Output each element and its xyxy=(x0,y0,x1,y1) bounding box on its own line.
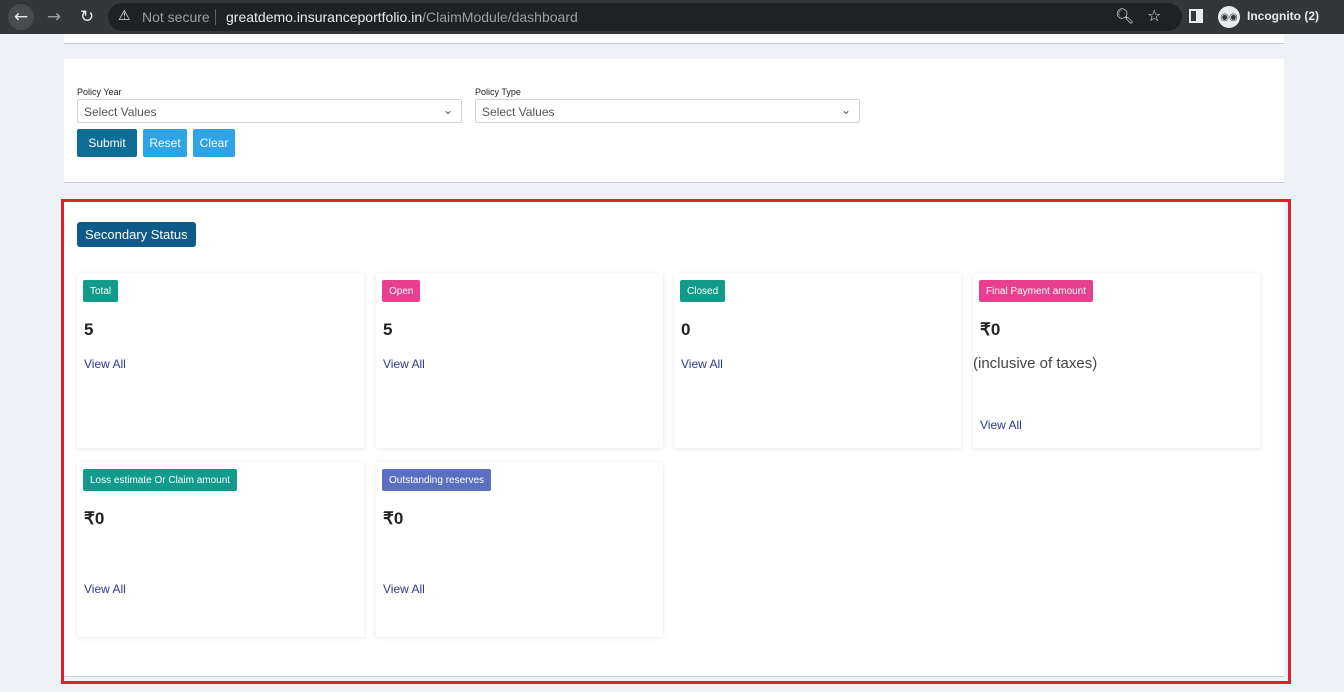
forward-arrow-icon[interactable]: → xyxy=(41,4,67,30)
zoom-icon[interactable]: 🔍︎ xyxy=(1115,7,1134,25)
not-secure-label: Not secure xyxy=(142,9,210,25)
url-host: greatdemo.insuranceportfolio.in xyxy=(226,9,423,25)
policy-year-label: Policy Year xyxy=(77,87,122,97)
side-panel-icon[interactable] xyxy=(1189,9,1203,23)
chevron-down-icon: ⌄ xyxy=(840,103,851,117)
bookmark-star-icon[interactable]: ☆ xyxy=(1147,6,1161,25)
policy-type-label: Policy Type xyxy=(475,87,521,97)
warning-triangle-icon: ⚠ xyxy=(118,8,131,24)
submit-button[interactable]: Submit xyxy=(77,129,137,157)
url-text[interactable]: greatdemo.insuranceportfolio.in/ClaimMod… xyxy=(226,9,578,25)
incognito-label[interactable]: Incognito (2) xyxy=(1247,9,1319,23)
policy-year-select[interactable]: Select Values ⌄ xyxy=(77,99,462,123)
policy-year-placeholder: Select Values xyxy=(84,105,157,119)
filter-card: Policy Year Select Values ⌄ Policy Type … xyxy=(64,59,1284,183)
address-bar[interactable]: ⚠ Not secure greatdemo.insuranceportfoli… xyxy=(108,3,1182,31)
address-divider xyxy=(215,9,216,25)
top-card-edge xyxy=(64,34,1284,44)
reset-button[interactable]: Reset xyxy=(143,129,187,157)
incognito-icon[interactable]: ◉◉ xyxy=(1218,6,1240,28)
back-arrow-icon[interactable]: ← xyxy=(8,4,34,30)
policy-type-placeholder: Select Values xyxy=(482,105,555,119)
browser-toolbar: ← → ↻ ⚠ Not secure greatdemo.insurancepo… xyxy=(0,0,1344,34)
url-path: /ClaimModule/dashboard xyxy=(422,9,578,25)
policy-type-select[interactable]: Select Values ⌄ xyxy=(475,99,860,123)
highlight-frame xyxy=(61,199,1291,684)
chevron-down-icon: ⌄ xyxy=(442,103,453,117)
clear-button[interactable]: Clear xyxy=(193,129,235,157)
reload-icon[interactable]: ↻ xyxy=(74,4,100,30)
